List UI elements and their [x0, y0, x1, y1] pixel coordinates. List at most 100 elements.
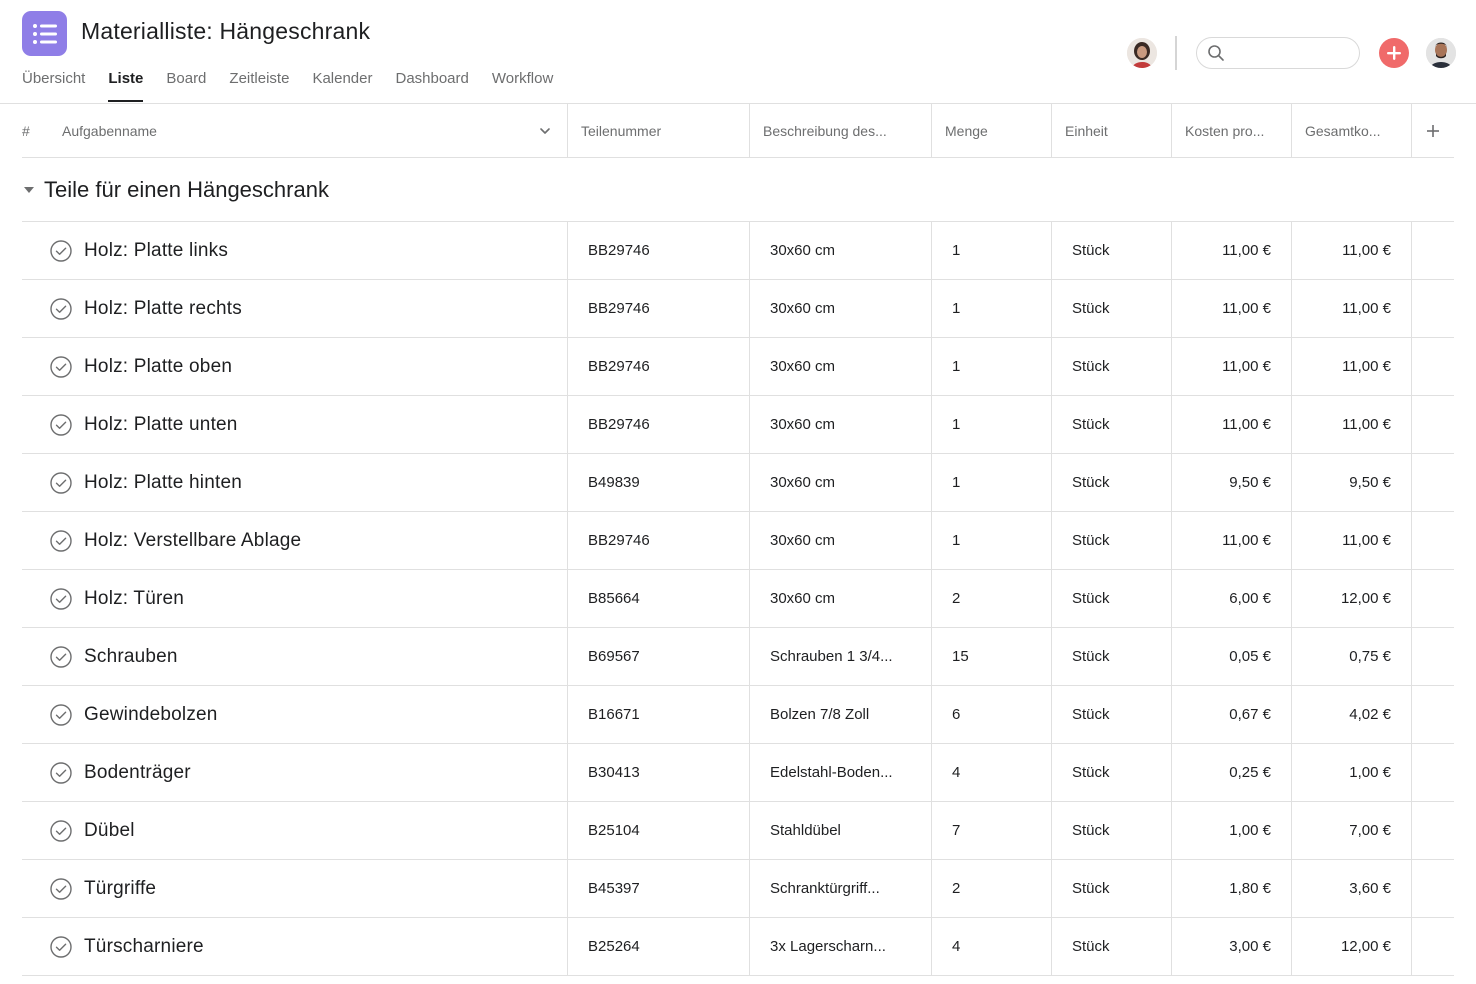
task-name[interactable]: Gewindebolzen — [84, 704, 218, 726]
description-cell[interactable]: 30x60 cm — [749, 222, 931, 279]
unit-cost-cell[interactable]: 0,67 € — [1171, 686, 1291, 743]
table-row[interactable]: Holz: Platte oben BB29746 30x60 cm 1 Stü… — [22, 338, 1454, 396]
table-row[interactable]: Holz: Platte unten BB29746 30x60 cm 1 St… — [22, 396, 1454, 454]
table-row[interactable]: Holz: Platte rechts BB29746 30x60 cm 1 S… — [22, 280, 1454, 338]
column-header-part-number[interactable]: Teilenummer — [567, 104, 749, 157]
total-cost-cell[interactable]: 12,00 € — [1291, 918, 1411, 975]
add-column-button[interactable] — [1411, 104, 1454, 157]
total-cost-cell[interactable]: 11,00 € — [1291, 338, 1411, 395]
description-cell[interactable]: 30x60 cm — [749, 280, 931, 337]
unit-cost-cell[interactable]: 3,00 € — [1171, 918, 1291, 975]
task-name[interactable]: Holz: Platte rechts — [84, 298, 242, 320]
table-row[interactable]: Holz: Türen B85664 30x60 cm 2 Stück 6,00… — [22, 570, 1454, 628]
task-name-cell[interactable]: Bodenträger — [22, 744, 567, 801]
unit-cost-cell[interactable]: 11,00 € — [1171, 338, 1291, 395]
unit-cell[interactable]: Stück — [1051, 802, 1171, 859]
task-name[interactable]: Holz: Verstellbare Ablage — [84, 530, 301, 552]
search-input[interactable] — [1231, 42, 1351, 64]
quantity-cell[interactable]: 1 — [931, 512, 1051, 569]
unit-cost-cell[interactable]: 6,00 € — [1171, 570, 1291, 627]
total-cost-cell[interactable]: 4,02 € — [1291, 686, 1411, 743]
unit-cell[interactable]: Stück — [1051, 280, 1171, 337]
unit-cell[interactable]: Stück — [1051, 338, 1171, 395]
table-row[interactable]: Türscharniere B25264 3x Lagerscharn... 4… — [22, 918, 1454, 976]
part-number-cell[interactable]: BB29746 — [567, 396, 749, 453]
task-name-cell[interactable]: Holz: Türen — [22, 570, 567, 627]
unit-cell[interactable]: Stück — [1051, 222, 1171, 279]
check-circle-icon[interactable] — [50, 935, 72, 958]
unit-cell[interactable]: Stück — [1051, 628, 1171, 685]
total-cost-cell[interactable]: 1,00 € — [1291, 744, 1411, 801]
task-name[interactable]: Holz: Platte oben — [84, 356, 232, 378]
check-circle-icon[interactable] — [50, 877, 72, 900]
description-cell[interactable]: 3x Lagerscharn... — [749, 918, 931, 975]
task-name[interactable]: Dübel — [84, 820, 135, 842]
tab-dashboard[interactable]: Dashboard — [395, 70, 468, 102]
task-name-cell[interactable]: Holz: Platte rechts — [22, 280, 567, 337]
task-name[interactable]: Türscharniere — [84, 936, 204, 958]
part-number-cell[interactable]: B45397 — [567, 860, 749, 917]
check-circle-icon[interactable] — [50, 819, 72, 842]
table-row[interactable]: Holz: Verstellbare Ablage BB29746 30x60 … — [22, 512, 1454, 570]
task-name-cell[interactable]: Türgriffe — [22, 860, 567, 917]
task-name[interactable]: Holz: Platte hinten — [84, 472, 242, 494]
quantity-cell[interactable]: 2 — [931, 860, 1051, 917]
tab-board[interactable]: Board — [166, 70, 206, 102]
check-circle-icon[interactable] — [50, 703, 72, 726]
list-icon[interactable] — [22, 11, 67, 56]
tab-workflow[interactable]: Workflow — [492, 70, 553, 102]
quantity-cell[interactable]: 7 — [931, 802, 1051, 859]
total-cost-cell[interactable]: 3,60 € — [1291, 860, 1411, 917]
quantity-cell[interactable]: 6 — [931, 686, 1051, 743]
unit-cell[interactable]: Stück — [1051, 512, 1171, 569]
tab-overview[interactable]: Übersicht — [22, 70, 85, 102]
search-field[interactable] — [1196, 37, 1360, 69]
check-circle-icon[interactable] — [50, 297, 72, 320]
part-number-cell[interactable]: BB29746 — [567, 222, 749, 279]
description-cell[interactable]: 30x60 cm — [749, 512, 931, 569]
task-name[interactable]: Schrauben — [84, 646, 178, 668]
table-row[interactable]: Bodenträger B30413 Edelstahl-Boden... 4 … — [22, 744, 1454, 802]
tab-calendar[interactable]: Kalender — [312, 70, 372, 102]
quantity-cell[interactable]: 2 — [931, 570, 1051, 627]
unit-cost-cell[interactable]: 1,80 € — [1171, 860, 1291, 917]
part-number-cell[interactable]: B16671 — [567, 686, 749, 743]
tab-timeline[interactable]: Zeitleiste — [229, 70, 289, 102]
total-cost-cell[interactable]: 11,00 € — [1291, 280, 1411, 337]
unit-cell[interactable]: Stück — [1051, 570, 1171, 627]
quantity-cell[interactable]: 1 — [931, 338, 1051, 395]
task-name[interactable]: Holz: Platte links — [84, 240, 228, 262]
description-cell[interactable]: Stahldübel — [749, 802, 931, 859]
quantity-cell[interactable]: 1 — [931, 222, 1051, 279]
total-cost-cell[interactable]: 11,00 € — [1291, 512, 1411, 569]
unit-cost-cell[interactable]: 1,00 € — [1171, 802, 1291, 859]
task-name-cell[interactable]: Holz: Platte unten — [22, 396, 567, 453]
column-header-total-cost[interactable]: Gesamtko... — [1291, 104, 1411, 157]
section-title[interactable]: Teile für einen Hängeschrank — [44, 177, 329, 203]
check-circle-icon[interactable] — [50, 239, 72, 262]
part-number-cell[interactable]: B30413 — [567, 744, 749, 801]
task-name-cell[interactable]: Dübel — [22, 802, 567, 859]
description-cell[interactable]: Schranktürgriff... — [749, 860, 931, 917]
check-circle-icon[interactable] — [50, 587, 72, 610]
add-button[interactable] — [1379, 38, 1409, 68]
unit-cell[interactable]: Stück — [1051, 396, 1171, 453]
table-row[interactable]: Holz: Platte links BB29746 30x60 cm 1 St… — [22, 222, 1454, 280]
part-number-cell[interactable]: B49839 — [567, 454, 749, 511]
quantity-cell[interactable]: 1 — [931, 454, 1051, 511]
check-circle-icon[interactable] — [50, 355, 72, 378]
description-cell[interactable]: 30x60 cm — [749, 570, 931, 627]
total-cost-cell[interactable]: 7,00 € — [1291, 802, 1411, 859]
total-cost-cell[interactable]: 11,00 € — [1291, 396, 1411, 453]
caret-down-icon[interactable] — [23, 185, 35, 195]
task-name[interactable]: Bodenträger — [84, 762, 191, 784]
task-name-cell[interactable]: Holz: Platte oben — [22, 338, 567, 395]
check-circle-icon[interactable] — [50, 471, 72, 494]
column-header-description[interactable]: Beschreibung des... — [749, 104, 931, 157]
description-cell[interactable]: Bolzen 7/8 Zoll — [749, 686, 931, 743]
description-cell[interactable]: 30x60 cm — [749, 454, 931, 511]
total-cost-cell[interactable]: 9,50 € — [1291, 454, 1411, 511]
part-number-cell[interactable]: B25264 — [567, 918, 749, 975]
task-name-cell[interactable]: Türscharniere — [22, 918, 567, 975]
table-row[interactable]: Holz: Platte hinten B49839 30x60 cm 1 St… — [22, 454, 1454, 512]
